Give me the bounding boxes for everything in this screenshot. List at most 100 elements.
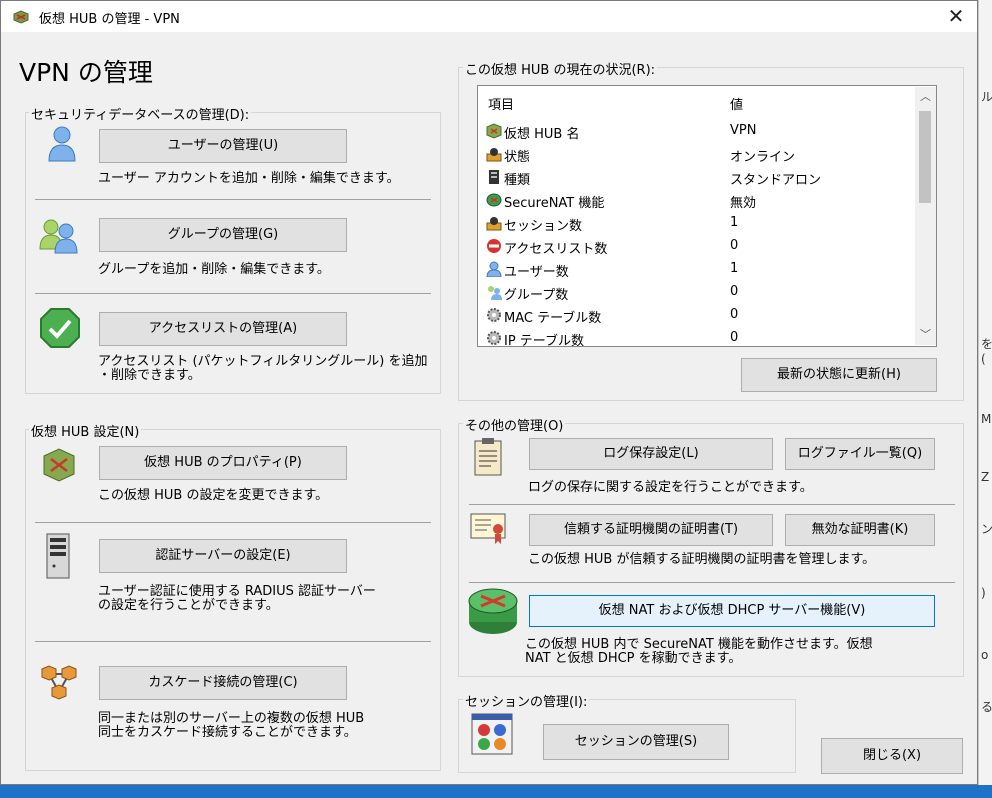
list-item-value: オンライン bbox=[730, 150, 796, 165]
window-title: 仮想 HUB の管理 - VPN bbox=[39, 12, 180, 27]
list-item-value: スタンドアロン bbox=[730, 173, 822, 188]
list-item-name: IP テーブル数 bbox=[504, 334, 585, 347]
certificate-icon bbox=[470, 513, 506, 544]
access-list-description-line2: ・削除できます。 bbox=[98, 368, 201, 383]
list-item[interactable]: セッション数 1 bbox=[478, 212, 914, 235]
status-list-scrollbar[interactable]: ︿ ﹀ bbox=[915, 87, 936, 345]
securenat-icon bbox=[486, 193, 502, 207]
background-fragment: る bbox=[981, 700, 992, 714]
list-item-value: 0 bbox=[730, 238, 739, 253]
background-fragment: o bbox=[981, 648, 989, 662]
refresh-status-button[interactable]: 最新の状態に更新(H) bbox=[741, 358, 937, 392]
separator bbox=[35, 293, 431, 294]
page-title: VPN の管理 bbox=[19, 58, 153, 87]
list-item-name: アクセスリスト数 bbox=[504, 242, 608, 257]
background-window: ル を( M Z ン ) o る bbox=[978, 0, 992, 798]
separator bbox=[35, 522, 431, 523]
sessions-label: セッションの管理(I): bbox=[463, 691, 590, 710]
cascade-network-icon bbox=[41, 665, 77, 700]
list-item-name: SecureNAT 機能 bbox=[504, 196, 605, 211]
no-entry-icon bbox=[487, 239, 501, 253]
list-item-name: MAC テーブル数 bbox=[504, 311, 602, 326]
access-list-description-line1: アクセスリスト (パケットフィルタリングルール) を追加 bbox=[98, 354, 428, 369]
status-label: この仮想 HUB の現在の状況(R): bbox=[463, 59, 658, 78]
sessions-icon bbox=[471, 713, 513, 755]
log-files-button[interactable]: ログファイル一覧(Q) bbox=[785, 438, 935, 470]
list-item[interactable]: アクセスリスト数 0 bbox=[478, 235, 914, 258]
list-item-value: 1 bbox=[730, 261, 739, 276]
list-item[interactable]: グループ数 0 bbox=[478, 281, 914, 304]
list-item-value: 0 bbox=[730, 330, 739, 345]
hub-properties-description: この仮想 HUB の設定を変更できます。 bbox=[98, 488, 329, 503]
hub-manager-window: 仮想 HUB の管理 - VPN ✕ VPN の管理 セキュリティデータベースの… bbox=[0, 0, 978, 785]
cascade-description-line1: 同一または別のサーバー上の複数の仮想 HUB bbox=[98, 711, 365, 726]
list-item-name: グループ数 bbox=[504, 288, 569, 303]
scrollbar-thumb[interactable] bbox=[919, 111, 931, 203]
list-item-name: 仮想 HUB 名 bbox=[504, 127, 580, 142]
list-item[interactable]: SecureNAT 機能 無効 bbox=[478, 189, 914, 212]
log-settings-button[interactable]: ログ保存設定(L) bbox=[529, 438, 773, 470]
list-item-value: VPN bbox=[730, 123, 757, 138]
virtual-nat-dhcp-button[interactable]: 仮想 NAT および仮想 DHCP サーバー機能(V) bbox=[529, 595, 935, 627]
hub-settings-label: 仮想 HUB 設定(N) bbox=[29, 421, 142, 440]
manage-groups-description: グループを追加・削除・編集できます。 bbox=[98, 262, 330, 277]
status-icon bbox=[486, 148, 502, 162]
log-clipboard-icon bbox=[474, 438, 502, 476]
hub-icon bbox=[486, 123, 502, 139]
cascade-description-line2: 同士をカスケード接続することができます。 bbox=[98, 725, 357, 740]
security-db-label: セキュリティデータベースの管理(D): bbox=[29, 104, 252, 123]
list-item[interactable]: ユーザー数 1 bbox=[478, 258, 914, 281]
list-item-name: セッション数 bbox=[504, 219, 583, 234]
list-item-value: 0 bbox=[730, 307, 739, 322]
separator bbox=[469, 504, 955, 505]
app-icon bbox=[13, 10, 29, 24]
manage-users-button[interactable]: ユーザーの管理(U) bbox=[99, 129, 347, 163]
close-button[interactable]: 閉じる(X) bbox=[821, 738, 963, 774]
separator bbox=[35, 641, 431, 642]
manage-access-list-button[interactable]: アクセスリストの管理(A) bbox=[99, 312, 347, 346]
hub-properties-button[interactable]: 仮想 HUB のプロパティ(P) bbox=[99, 446, 347, 480]
list-item-name: 種類 bbox=[504, 173, 531, 188]
scroll-down-icon[interactable]: ﹀ bbox=[915, 325, 936, 345]
list-item[interactable]: 仮想 HUB 名 VPN bbox=[478, 120, 914, 143]
background-fragment: を( bbox=[981, 337, 992, 366]
user-icon bbox=[486, 261, 502, 277]
background-fragment: ル bbox=[981, 90, 992, 104]
status-list[interactable]: 項目 値 仮想 HUB 名 VPN 状態 オンライン 種類 スタンドアロン Se… bbox=[477, 85, 937, 347]
manage-users-description: ユーザー アカウントを追加・削除・編集できます。 bbox=[98, 171, 400, 186]
group-icon bbox=[39, 219, 78, 254]
background-fragment: Z bbox=[981, 470, 990, 484]
server-tower-icon bbox=[46, 533, 70, 579]
certificate-description: この仮想 HUB が信頼する証明機関の証明書を管理します。 bbox=[528, 552, 876, 567]
gear-icon bbox=[487, 331, 501, 345]
list-item[interactable]: 状態 オンライン bbox=[478, 143, 914, 166]
log-description: ログの保存に関する設定を行うことができます。 bbox=[528, 480, 813, 495]
background-fragment: ) bbox=[981, 586, 986, 600]
securenat-router-icon bbox=[468, 588, 518, 634]
list-item[interactable]: MAC テーブル数 0 bbox=[478, 304, 914, 327]
check-shield-icon bbox=[40, 308, 80, 348]
list-item[interactable]: 種類 スタンドアロン bbox=[478, 166, 914, 189]
trusted-ca-certificates-button[interactable]: 信頼する証明機関の証明書(T) bbox=[529, 514, 773, 546]
column-header-item[interactable]: 項目 bbox=[488, 94, 514, 113]
separator bbox=[469, 582, 955, 583]
taskbar-edge bbox=[0, 785, 992, 798]
list-item[interactable]: IP テーブル数 0 bbox=[478, 327, 914, 347]
cascade-connections-button[interactable]: カスケード接続の管理(C) bbox=[99, 666, 347, 700]
other-management-label: その他の管理(O) bbox=[463, 415, 566, 434]
session-icon bbox=[486, 217, 502, 231]
list-item-name: ユーザー数 bbox=[504, 265, 569, 280]
close-icon[interactable]: ✕ bbox=[935, 1, 977, 32]
list-item-name: 状態 bbox=[504, 150, 531, 165]
radius-settings-button[interactable]: 認証サーバーの設定(E) bbox=[99, 539, 347, 573]
manage-sessions-button[interactable]: セッションの管理(S) bbox=[543, 724, 729, 760]
column-header-value[interactable]: 値 bbox=[730, 94, 743, 113]
title-bar[interactable]: 仮想 HUB の管理 - VPN ✕ bbox=[1, 1, 977, 32]
invalid-certificates-button[interactable]: 無効な証明書(K) bbox=[785, 514, 935, 546]
manage-groups-button[interactable]: グループの管理(G) bbox=[99, 218, 347, 252]
separator bbox=[35, 199, 431, 200]
nat-description-line2: NAT と仮想 DHCP を稼動できます。 bbox=[525, 651, 742, 666]
list-item-value: 無効 bbox=[730, 196, 757, 211]
scroll-up-icon[interactable]: ︿ bbox=[915, 87, 936, 107]
gear-icon bbox=[487, 308, 501, 322]
